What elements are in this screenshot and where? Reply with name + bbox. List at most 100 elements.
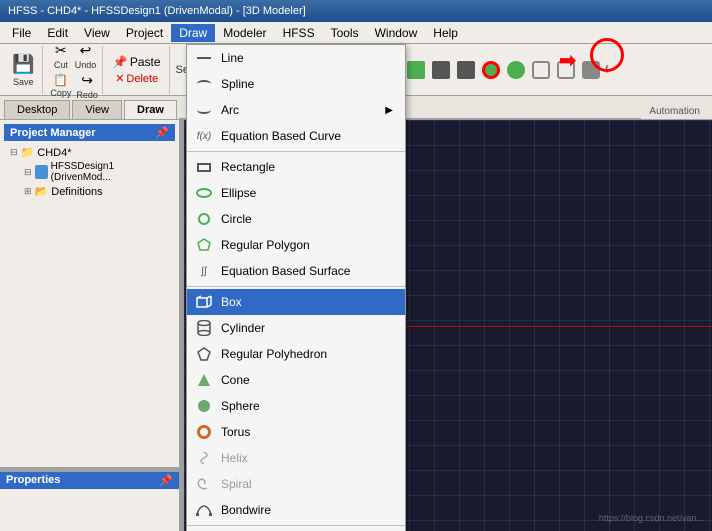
toolbar-paste-group: 📌 Paste ✕ Delete [105, 46, 170, 94]
tree-expand-def[interactable]: ⊞ [24, 186, 32, 197]
properties-title: Properties 📌 [0, 472, 179, 489]
delete-label: Delete [126, 73, 158, 85]
menu-window[interactable]: Window [367, 24, 426, 42]
separator-2 [187, 286, 405, 287]
torus-icon [195, 423, 213, 441]
3d-green2-button[interactable] [505, 59, 527, 81]
3d-curved1-icon [532, 61, 550, 79]
draw-menu-ellipse-label: Ellipse [221, 186, 256, 200]
draw-menu-cylinder[interactable]: Cylinder [187, 315, 405, 341]
hfssdesign-icon [35, 165, 48, 179]
menu-tools[interactable]: Tools [323, 24, 367, 42]
draw-menu-line-label: Line [221, 51, 244, 65]
3d-shape2-button[interactable] [455, 59, 477, 81]
tree-item-chd4[interactable]: ⊟ 📁 CHD4* [8, 145, 171, 160]
tree-expand-hfss[interactable]: ⊟ [24, 167, 32, 178]
menu-draw[interactable]: Draw [171, 24, 215, 42]
3d-green1-button[interactable] [480, 59, 502, 81]
3d-box-button[interactable] [405, 59, 427, 81]
3d-arrow-button[interactable] [555, 59, 577, 81]
draw-menu-helix: Helix [187, 445, 405, 471]
3d-shape2-icon [457, 61, 475, 79]
draw-menu-torus-label: Torus [221, 425, 250, 439]
undo-label: Undo [75, 60, 97, 70]
sphere-icon [195, 397, 213, 415]
polygon-icon [195, 236, 213, 254]
draw-menu-eq-curve[interactable]: f(x) Equation Based Curve [187, 123, 405, 149]
chd4-label: CHD4* [37, 147, 71, 159]
tree-item-hfssdesign[interactable]: ⊟ HFSSDesign1 (DrivenMod... [8, 160, 171, 184]
properties-pin[interactable]: 📌 [159, 474, 173, 487]
draw-menu-polyhedron-label: Regular Polyhedron [221, 347, 327, 361]
spline-icon [195, 75, 213, 93]
draw-menu-cone-label: Cone [221, 373, 250, 387]
3d-green2-icon [507, 61, 525, 79]
tree-expand-chd4[interactable]: ⊟ [10, 147, 18, 158]
menu-view[interactable]: View [76, 24, 118, 42]
separator-1 [187, 151, 405, 152]
title-text: HFSS - CHD4* - HFSSDesign1 (DrivenModal)… [8, 5, 306, 17]
draw-menu-eq-surface[interactable]: ∫∫ Equation Based Surface [187, 258, 405, 284]
sidebar-spacer [0, 207, 179, 467]
tab-view[interactable]: View [72, 100, 122, 119]
cut-label: Cut [54, 60, 68, 70]
menu-file[interactable]: File [4, 24, 39, 42]
delete-button[interactable]: ✕ Delete [111, 71, 162, 86]
menu-project[interactable]: Project [118, 24, 171, 42]
undo-button[interactable]: ↩ [76, 41, 96, 60]
redo-button[interactable]: ↪ [77, 71, 97, 90]
toolbar-more-label: f [605, 64, 608, 76]
draw-menu-rectangle[interactable]: Rectangle [187, 154, 405, 180]
hfssdesign-label: HFSSDesign1 (DrivenMod... [51, 161, 169, 183]
project-tree: ⊟ 📁 CHD4* ⊟ HFSSDesign1 (DrivenMod... ⊞ … [4, 141, 175, 203]
helix-icon [195, 449, 213, 467]
project-manager-pin[interactable]: 📌 [155, 126, 169, 139]
chd4-icon: 📁 [21, 146, 35, 159]
draw-menu-sphere-label: Sphere [221, 399, 260, 413]
toolbar-save-group: 💾 Save [4, 46, 43, 94]
draw-menu-box[interactable]: Box [187, 289, 405, 315]
3d-shape1-button[interactable] [430, 59, 452, 81]
3d-green1-icon [482, 61, 500, 79]
draw-menu-polygon[interactable]: Regular Polygon [187, 232, 405, 258]
menu-help[interactable]: Help [425, 24, 466, 42]
draw-menu-arc[interactable]: Arc ▶ [187, 97, 405, 123]
menu-edit[interactable]: Edit [39, 24, 76, 42]
tab-desktop[interactable]: Desktop [4, 100, 70, 119]
project-manager-title: Project Manager 📌 [4, 124, 175, 141]
draw-menu-line[interactable]: Line [187, 45, 405, 71]
3d-curved1-button[interactable] [530, 59, 552, 81]
3d-hex-icon [582, 61, 600, 79]
bondwire-icon [195, 501, 213, 519]
tab-draw[interactable]: Draw [124, 100, 177, 119]
box-icon [195, 293, 213, 311]
copy-button[interactable]: 📋 [49, 72, 72, 88]
draw-menu-eq-surface-label: Equation Based Surface [221, 264, 350, 278]
rect-icon [195, 158, 213, 176]
menu-hfss[interactable]: HFSS [275, 24, 323, 42]
draw-menu-ellipse[interactable]: Ellipse [187, 180, 405, 206]
save-icon: 💾 [12, 54, 34, 75]
draw-menu-spline[interactable]: Spline [187, 71, 405, 97]
draw-menu-rectangle-label: Rectangle [221, 160, 275, 174]
properties-label: Properties [6, 474, 60, 487]
draw-menu-torus[interactable]: Torus [187, 419, 405, 445]
title-bar: HFSS - CHD4* - HFSSDesign1 (DrivenModal)… [0, 0, 712, 22]
draw-menu-circle[interactable]: Circle [187, 206, 405, 232]
3d-hex-button[interactable] [580, 59, 602, 81]
eq-curve-icon: f(x) [195, 127, 213, 145]
paste-button[interactable]: 📌 Paste [109, 54, 165, 70]
draw-menu-bondwire[interactable]: Bondwire [187, 497, 405, 523]
toolbar-edit-group: ✂ Cut ↩ Undo 📋 Copy ↪ Redo [45, 46, 102, 94]
project-manager-label: Project Manager [10, 127, 96, 139]
copy-label: Copy [50, 88, 71, 98]
left-sidebar: Project Manager 📌 ⊟ 📁 CHD4* ⊟ HFSSDesign… [0, 120, 180, 531]
cut-button[interactable]: ✂ [51, 41, 71, 60]
draw-menu-polyhedron[interactable]: Regular Polyhedron [187, 341, 405, 367]
definitions-folder-icon: 📂 [35, 185, 49, 198]
draw-menu-cone[interactable]: Cone [187, 367, 405, 393]
draw-menu-sphere[interactable]: Sphere [187, 393, 405, 419]
tree-item-definitions[interactable]: ⊞ 📂 Definitions [8, 184, 171, 199]
menu-modeler[interactable]: Modeler [215, 24, 274, 42]
save-button[interactable]: 💾 Save [8, 53, 38, 88]
